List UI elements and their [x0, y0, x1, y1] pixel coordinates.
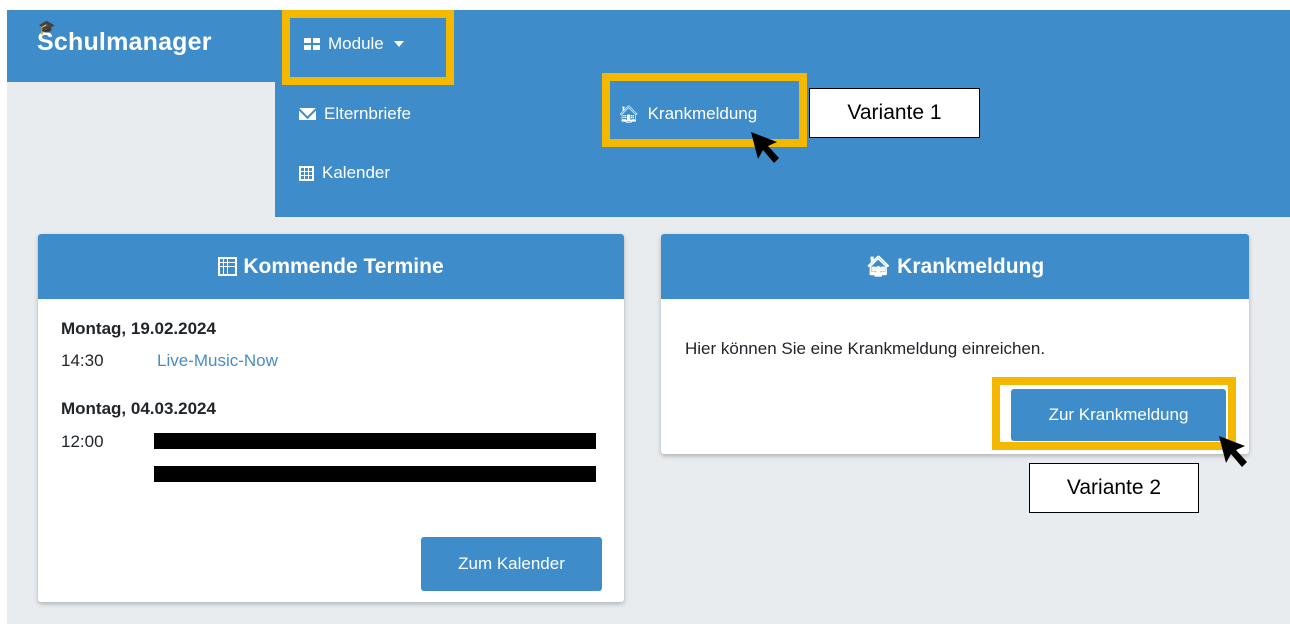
- termine-card-title: Kommende Termine: [243, 254, 444, 278]
- zur-krankmeldung-highlight-box: [992, 377, 1236, 450]
- event-time: 14:30: [61, 351, 104, 370]
- event-date: Montag, 19.02.2024: [61, 319, 216, 338]
- envelope-icon: [299, 108, 316, 120]
- termine-card-header: Kommende Termine: [38, 234, 624, 299]
- zum-kalender-button[interactable]: Zum Kalender: [421, 537, 602, 591]
- variant-1-label: Variante 1: [847, 101, 942, 124]
- dropdown-item-label: Elternbriefe: [324, 104, 411, 123]
- redaction-bar: [154, 433, 596, 449]
- mouse-pointer-icon: [751, 132, 779, 163]
- dropdown-item-label: Kalender: [322, 163, 391, 182]
- mouse-pointer-icon: [1219, 436, 1247, 467]
- termine-card: Kommende Termine Montag, 19.02.2024 14:3…: [38, 234, 624, 602]
- calendar-icon: [299, 165, 314, 181]
- event-link[interactable]: Live-Music-Now: [157, 351, 278, 371]
- krankmeldung-card-header: 🏠︎ Krankmeldung: [661, 234, 1249, 299]
- event-time: 12:00: [61, 432, 104, 451]
- brand-name: Schulmanager: [37, 28, 212, 56]
- variant-2-callout: Variante 2: [1029, 463, 1199, 513]
- module-highlight-box: [282, 10, 454, 85]
- dropdown-item-kalender[interactable]: Kalender: [299, 163, 390, 183]
- page-background: 🎓 Schulmanager Module Elternbriefe Kalen…: [7, 10, 1290, 624]
- krankmeldung-description: Hier können Sie eine Krankmeldung einrei…: [685, 339, 1046, 358]
- dropdown-item-elternbriefe[interactable]: Elternbriefe: [299, 104, 411, 124]
- zum-kalender-label: Zum Kalender: [458, 554, 565, 573]
- variant-2-label: Variante 2: [1066, 476, 1162, 499]
- calendar-icon: [218, 257, 238, 276]
- event-date: Montag, 04.03.2024: [61, 399, 216, 418]
- variant-1-callout: Variante 1: [809, 88, 980, 138]
- navbar: 🎓 Schulmanager Module: [7, 10, 1290, 82]
- graduation-cap-icon: 🎓: [38, 19, 56, 35]
- redaction-bar: [154, 466, 596, 482]
- brand-logo[interactable]: 🎓 Schulmanager: [37, 19, 212, 57]
- home-icon: 🏠︎: [865, 255, 892, 278]
- krankmeldung-card-title: Krankmeldung: [897, 254, 1045, 278]
